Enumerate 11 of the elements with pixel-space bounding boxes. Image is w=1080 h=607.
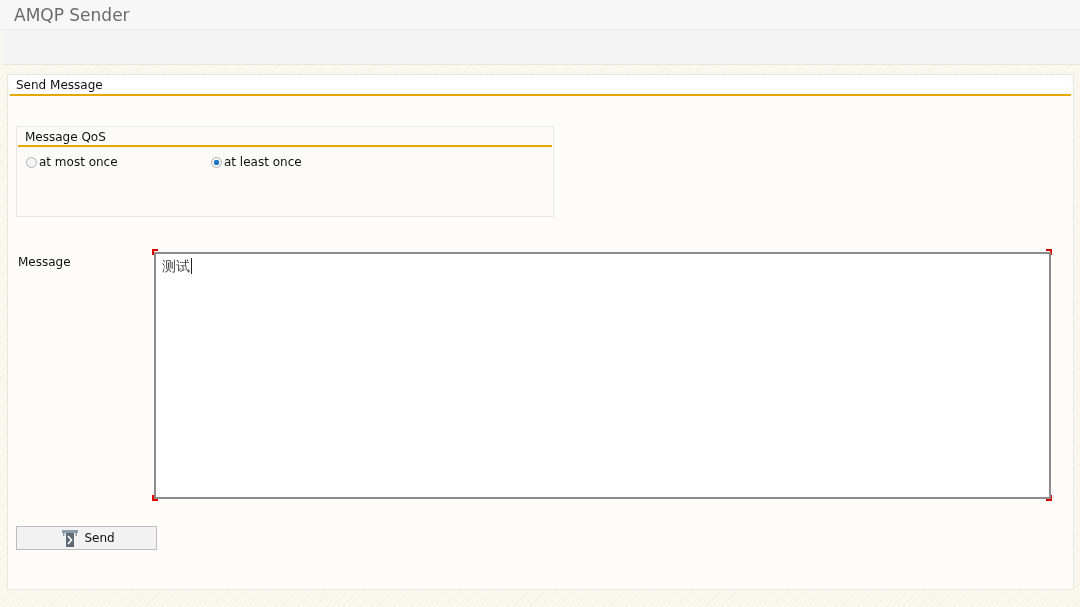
- group-title: Message QoS: [25, 129, 106, 144]
- send-button[interactable]: Send: [16, 526, 157, 550]
- radio-checked-icon[interactable]: [211, 156, 222, 168]
- radio-option[interactable]: at most once: [26, 155, 118, 169]
- chevron-block-icon: [62, 529, 79, 547]
- message-field[interactable]: 测试: [152, 249, 1052, 501]
- radio-option[interactable]: at least once: [211, 155, 302, 169]
- radio-unchecked-icon[interactable]: [26, 156, 37, 168]
- field-label: Message: [18, 255, 72, 269]
- panel-title: Send Message: [16, 78, 103, 92]
- window-title: AMQP Sender: [14, 4, 130, 25]
